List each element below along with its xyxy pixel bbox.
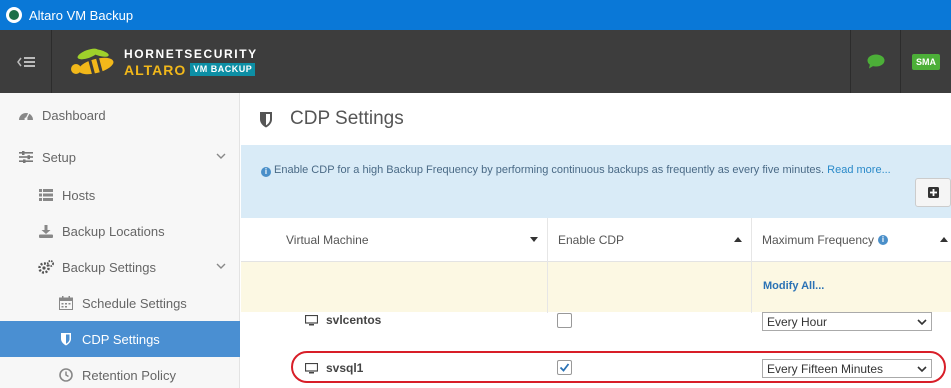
shield-icon — [260, 111, 272, 127]
checkmark-icon — [559, 363, 570, 372]
monitor-icon — [305, 314, 318, 325]
calendar-icon — [58, 295, 74, 311]
frequency-select[interactable]: Every Fifteen Minutes — [762, 359, 932, 378]
table-row: svsql1 Every Fifteen Minutes — [241, 348, 951, 388]
info-message: i Enable CDP for a high Backup Frequency … — [261, 164, 891, 177]
column-label: Enable CDP — [558, 233, 625, 247]
sidebar-item-label: Hosts — [62, 187, 96, 203]
sidebar-item-label: Backup Locations — [62, 223, 165, 239]
sidebar-item-backup-settings[interactable]: Backup Settings — [0, 249, 240, 285]
table-header: Virtual Machine Enable CDP Maximum Frequ… — [241, 218, 951, 262]
vm-name: svlcentos — [326, 313, 382, 327]
info-panel: i Enable CDP for a high Backup Frequency … — [241, 145, 951, 218]
sma-button[interactable]: SMA — [900, 30, 951, 93]
dashboard-icon — [18, 107, 34, 123]
frequency-value: Every Hour — [767, 314, 828, 329]
brand-name: ALTARO — [124, 61, 187, 78]
column-divider — [547, 218, 548, 313]
sidebar-item-label: Backup Settings — [62, 259, 156, 275]
frequency-value: Every Fifteen Minutes — [767, 361, 884, 376]
chevron-down-icon — [216, 153, 226, 159]
chat-icon — [867, 54, 884, 69]
sidebar-item-label: Dashboard — [42, 107, 106, 123]
sliders-icon — [18, 149, 34, 165]
plus-square-icon — [927, 187, 939, 198]
modify-all-row: Modify All... — [241, 262, 951, 312]
sidebar-item-setup[interactable]: Setup — [0, 139, 240, 175]
info-circle-icon: i — [261, 167, 271, 177]
vm-name: svsql1 — [326, 361, 364, 375]
column-divider — [751, 218, 752, 313]
enable-cdp-checkbox[interactable] — [557, 360, 572, 375]
sidebar-item-label: Schedule Settings — [82, 295, 187, 311]
modify-all-link[interactable]: Modify All... — [763, 280, 824, 292]
chevron-down-icon — [917, 366, 927, 373]
monitor-icon — [305, 362, 318, 373]
sidebar-item-hosts[interactable]: Hosts — [0, 177, 240, 213]
sort-asc-icon — [734, 237, 742, 242]
chevron-down-icon — [917, 319, 927, 326]
collapse-menu-icon — [16, 56, 35, 67]
menu-toggle-button[interactable] — [0, 30, 52, 93]
sidebar-item-label: Retention Policy — [82, 367, 176, 383]
read-more-link[interactable]: Read more... — [827, 164, 891, 176]
vm-name-cell: svsql1 — [305, 361, 363, 375]
sort-desc-icon — [530, 237, 538, 242]
sidebar-item-backup-locations[interactable]: Backup Locations — [0, 213, 240, 249]
column-header-virtual-machine[interactable]: Virtual Machine — [286, 218, 548, 262]
page-title: CDP Settings — [290, 108, 404, 129]
hornet-logo-icon — [71, 48, 114, 75]
brand-top-text: HORNETSECURITY — [124, 46, 258, 61]
column-header-enable-cdp[interactable]: Enable CDP — [558, 218, 752, 262]
info-circle-icon: i — [878, 235, 889, 245]
chat-button[interactable] — [850, 30, 900, 93]
sidebar-item-schedule-settings[interactable]: Schedule Settings — [0, 285, 240, 321]
shield-icon — [58, 331, 74, 347]
app-icon — [6, 7, 22, 23]
sidebar-item-retention-policy[interactable]: Retention Policy — [0, 357, 240, 388]
download-icon — [38, 223, 54, 239]
sort-asc-icon — [940, 237, 948, 242]
table-row: svlcentos Every Hour — [241, 312, 951, 348]
window-title: Altaro VM Backup — [29, 7, 134, 23]
sidebar-item-label: CDP Settings — [82, 331, 160, 347]
sidebar-item-cdp-settings[interactable]: CDP Settings — [0, 321, 240, 357]
frequency-select[interactable]: Every Hour — [762, 312, 932, 331]
sidebar-item-label: Setup — [42, 149, 76, 165]
altaro-logo: HORNETSECURITY ALTARO VM BACKUP — [66, 44, 258, 80]
info-text: Enable CDP for a high Backup Frequency b… — [274, 164, 825, 176]
clock-icon — [58, 367, 74, 383]
app-header: HORNETSECURITY ALTARO VM BACKUP SMA — [0, 30, 951, 93]
list-icon — [38, 187, 54, 203]
enable-cdp-checkbox[interactable] — [557, 313, 572, 328]
column-label: Virtual Machine — [286, 233, 369, 247]
column-header-maximum-frequency[interactable]: Maximum Frequency i — [762, 218, 951, 262]
vm-name-cell: svlcentos — [305, 313, 381, 327]
add-vm-button[interactable] — [915, 178, 951, 207]
page-header: CDP Settings — [241, 93, 951, 145]
sidebar-item-dashboard[interactable]: Dashboard — [0, 97, 240, 133]
column-label: Maximum Frequency — [762, 233, 875, 247]
window-titlebar: Altaro VM Backup — [0, 0, 951, 30]
sma-badge: SMA — [912, 53, 940, 70]
gears-icon — [38, 259, 54, 275]
chevron-down-icon — [216, 263, 226, 269]
brand-product: VM BACKUP — [190, 63, 256, 76]
